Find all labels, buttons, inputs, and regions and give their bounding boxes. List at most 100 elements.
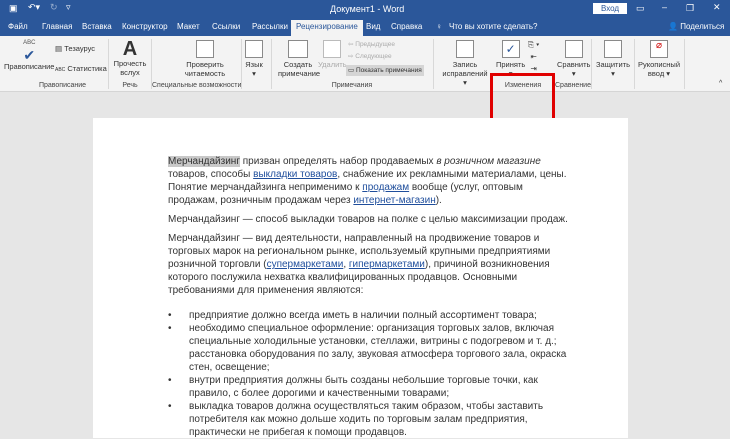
reject-icon[interactable]: ⎘ ▾ <box>528 40 539 49</box>
tab-help[interactable]: Справка <box>391 22 422 31</box>
group-compare-label: Сравнение <box>555 82 591 89</box>
document-page[interactable]: Мерчандайзинг призван определять набор п… <box>93 118 628 438</box>
link-hypermarkets[interactable]: гипермаркетами <box>349 259 425 270</box>
link-supermarkets[interactable]: супермаркетами <box>267 259 344 270</box>
group-spelling-label: Правописание <box>38 82 87 89</box>
show-comments-label: Показать примечания <box>355 67 422 74</box>
ink-label: Рукописный ввод <box>638 60 681 78</box>
checkmark-icon: ✔ <box>23 47 36 63</box>
group-accessibility-label: Специальные возможности <box>152 82 242 89</box>
paragraph-1: Мерчандайзинг призван определять набор п… <box>168 156 567 206</box>
document-body[interactable]: Мерчандайзинг призван определять набор п… <box>168 155 573 439</box>
group-speech-label: Речь <box>122 82 138 89</box>
link-vykladki[interactable]: выкладки товаров <box>253 169 337 180</box>
tab-mailings[interactable]: Рассылки <box>252 22 288 31</box>
thesaurus-button[interactable]: ▤ Тезаурус <box>55 44 95 53</box>
ink-icon: ⌀ <box>650 40 668 58</box>
protect-icon <box>604 40 623 58</box>
ink-button[interactable]: ⌀ Рукописный ввод ▾ <box>638 40 680 78</box>
tab-insert[interactable]: Вставка <box>82 22 112 31</box>
tell-me-search[interactable]: Что вы хотите сделать? <box>449 22 537 31</box>
language-icon <box>245 40 263 58</box>
link-internet-magazin[interactable]: интернет-магазин <box>353 195 435 206</box>
ribbon-tabs: Файл Главная Вставка Конструктор Макет С… <box>0 18 730 36</box>
new-comment-label: Создать примечание <box>278 60 321 78</box>
list-item: внутри предприятия должны быть созданы н… <box>168 374 573 400</box>
accept-icon: ✓ <box>501 40 520 58</box>
link-prodazham[interactable]: продажам <box>362 182 409 193</box>
compare-label: Сравнить <box>557 60 591 69</box>
compare-icon <box>564 40 583 58</box>
tab-home[interactable]: Главная <box>42 22 72 31</box>
delete-comment-icon <box>323 40 342 58</box>
track-changes-button[interactable]: Запись исправлений ▾ <box>441 40 489 87</box>
delete-comment-button[interactable]: Удалить <box>318 40 347 69</box>
delete-label: Удалить <box>318 60 347 69</box>
collapse-ribbon-icon[interactable]: ^ <box>719 80 722 87</box>
next-change-icon[interactable]: ⇥ <box>530 64 536 73</box>
thesaurus-label: Тезаурус <box>64 44 96 53</box>
read-aloud-button[interactable]: A Прочесть вслух <box>112 39 148 77</box>
list-item: необходимо специальное оформление: орган… <box>168 322 573 374</box>
previous-change-icon[interactable]: ⇤ <box>530 52 536 61</box>
lightbulb-icon: ♀ <box>436 22 442 31</box>
accessibility-icon <box>196 40 214 58</box>
selected-text: Мерчандайзинг <box>168 156 240 167</box>
spelling-label: Правописание <box>4 62 55 71</box>
tab-file[interactable]: Файл <box>8 22 28 31</box>
stats-label: Статистика <box>67 64 107 73</box>
tab-design[interactable]: Конструктор <box>122 22 168 31</box>
stats-button[interactable]: ABC Статистика <box>55 64 107 75</box>
new-comment-icon <box>288 40 308 58</box>
requirements-list: предприятие должно всегда иметь в наличи… <box>168 309 573 439</box>
ribbon-display-icon[interactable]: ▭ <box>636 3 645 14</box>
read-aloud-label: Прочесть вслух <box>113 59 147 77</box>
language-button[interactable]: Язык ▾ <box>245 40 263 78</box>
read-aloud-icon: A <box>122 38 138 60</box>
show-comments-icon: ▭ <box>348 67 355 74</box>
track-changes-label: Запись исправлений <box>442 60 488 78</box>
stats-icon: ABC <box>55 67 66 73</box>
previous-icon: ⇦ <box>348 41 354 48</box>
group-comments-label: Примечания <box>331 82 373 89</box>
list-item: предприятие должно всегда иметь в наличи… <box>168 309 573 322</box>
tab-layout[interactable]: Макет <box>177 22 200 31</box>
change-nav-buttons: ⎘ ▾ ⇤ ⇥ <box>528 39 539 75</box>
check-accessibility-label: Проверить читаемость <box>184 60 226 78</box>
save-icon[interactable]: ▣ <box>9 3 18 14</box>
next-icon: ⇨ <box>348 53 354 60</box>
ribbon: ABC ✔ Правописание ▤ Тезаурус ABC Статис… <box>0 36 730 129</box>
previous-label: Предыдущее <box>355 41 396 48</box>
spelling-button[interactable]: ABC ✔ Правописание <box>4 39 54 71</box>
redo-icon[interactable]: ↻ <box>50 2 58 13</box>
close-icon[interactable]: ✕ <box>713 2 721 13</box>
person-icon: 👤 <box>668 22 678 31</box>
language-label: Язык <box>245 60 263 69</box>
tab-review[interactable]: Рецензирование <box>291 20 363 36</box>
tab-view[interactable]: Вид <box>366 22 380 31</box>
share-button[interactable]: 👤 Поделиться <box>668 22 724 31</box>
title-bar: ▣ ↶▾ ↻ ▿ Документ1 - Word Вход ▭ – ❐ ✕ <box>0 0 730 18</box>
paragraph-3: Мерчандайзинг — вид деятельности, направ… <box>168 233 551 296</box>
signin-button[interactable]: Вход <box>593 3 628 14</box>
document-title: Документ1 - Word <box>330 4 405 14</box>
undo-icon[interactable]: ↶▾ <box>28 2 40 13</box>
list-item: выкладка товаров должна осуществляться т… <box>168 400 573 439</box>
protect-button[interactable]: Защитить ▾ <box>596 40 630 78</box>
check-accessibility-button[interactable]: Проверить читаемость <box>175 40 235 78</box>
show-comments-button[interactable]: ▭ Показать примечания <box>346 65 424 76</box>
minimize-icon[interactable]: – <box>662 2 667 12</box>
previous-comment-button[interactable]: ⇦ Предыдущее <box>348 40 395 49</box>
restore-icon[interactable]: ❐ <box>686 3 694 14</box>
next-label: Следующее <box>355 53 392 60</box>
compare-button[interactable]: Сравнить ▾ <box>557 40 590 78</box>
paragraph-2: Мерчандайзинг — способ выкладки товаров … <box>168 214 568 225</box>
new-comment-button[interactable]: Создать примечание <box>278 40 321 78</box>
customize-icon[interactable]: ▿ <box>66 2 71 13</box>
track-changes-icon <box>456 40 474 58</box>
accept-label: Принять <box>496 60 526 69</box>
tab-references[interactable]: Ссылки <box>212 22 240 31</box>
next-comment-button[interactable]: ⇨ Следующее <box>348 52 392 61</box>
share-label: Поделиться <box>680 22 725 31</box>
thesaurus-icon: ▤ <box>55 44 63 53</box>
